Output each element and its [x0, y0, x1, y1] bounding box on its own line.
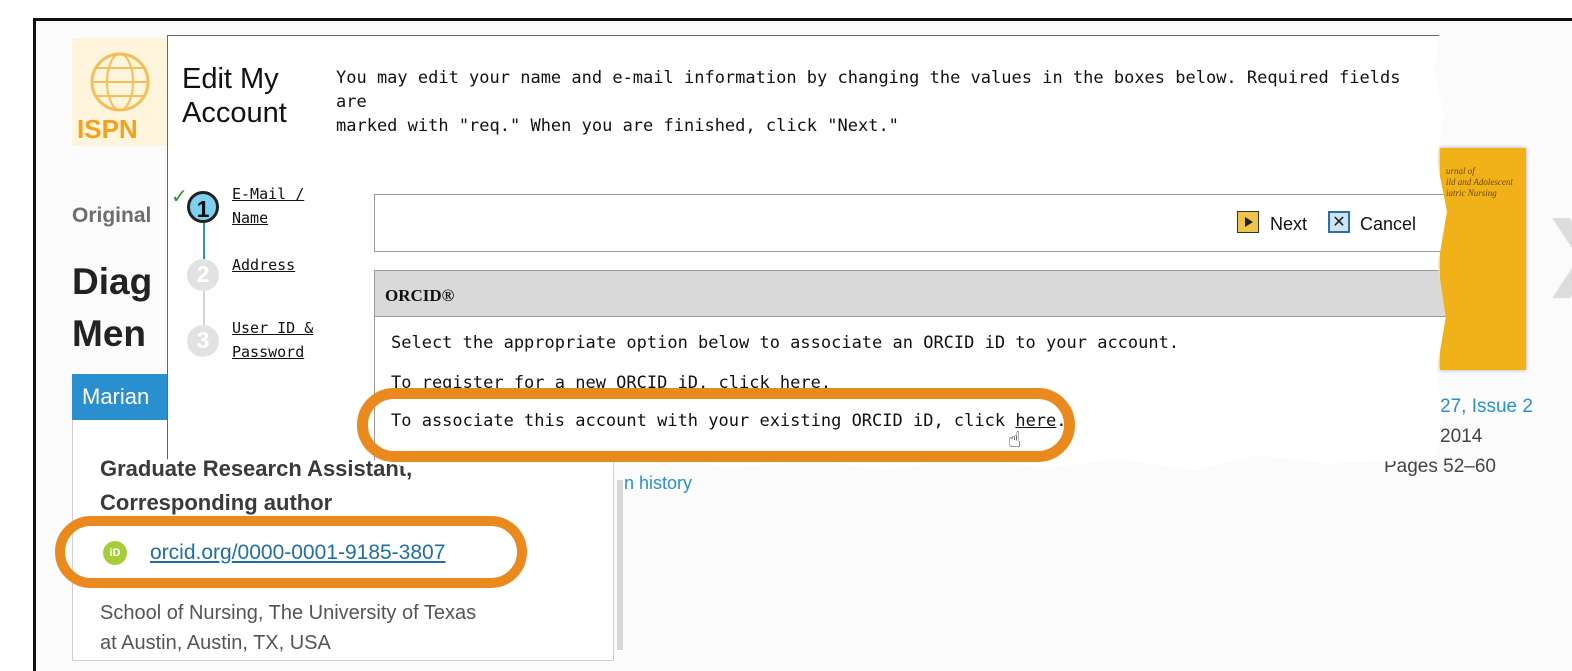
dialog-instructions: You may edit your name and e-mail inform…	[336, 66, 1441, 138]
step-3-indicator: 3	[187, 325, 219, 357]
next-button[interactable]: Next	[1270, 214, 1307, 235]
author-roles: Graduate Research Assistant, Correspondi…	[100, 452, 412, 520]
step-1-label-line1: E-Mail /	[232, 185, 305, 203]
journal-cover-image[interactable]: urnal of ild and Adolescent iatric Nursing	[1440, 148, 1526, 370]
step-2-indicator: 2	[187, 259, 219, 291]
step-1-label-line2: Name	[232, 209, 269, 227]
dialog-title: Edit My Account	[182, 62, 287, 130]
step-3-link[interactable]: User ID & Password	[232, 316, 313, 364]
article-type-label: Original	[72, 204, 152, 227]
hand-cursor-icon: ☝	[1008, 428, 1022, 453]
instructions-line2: marked with "req." When you are finished…	[336, 116, 899, 136]
next-arrow-icon[interactable]	[1237, 211, 1259, 233]
ispn-logo: ISPN	[72, 38, 170, 146]
journal-cover-title: urnal of ild and Adolescent iatric Nursing	[1446, 166, 1513, 198]
author-name-tab[interactable]: Marian	[72, 374, 172, 420]
article-history-link[interactable]: n history	[624, 473, 692, 494]
existing-orcid-highlight	[357, 388, 1075, 462]
step-3-label-line1: User ID &	[232, 319, 314, 337]
affiliation-line1: School of Nursing, The University of Tex…	[100, 602, 477, 624]
chevron-right-icon[interactable]: ❯	[1540, 205, 1572, 298]
step-1-indicator: 1	[187, 191, 219, 223]
dialog-title-line2: Account	[182, 97, 287, 129]
step-connector-1	[203, 223, 205, 259]
step-2-link[interactable]: Address	[232, 253, 295, 277]
cancel-x-icon[interactable]: ✕	[1328, 211, 1350, 233]
orcid-instruction: Select the appropriate option below to a…	[391, 333, 1180, 353]
checkmark-icon: ✓	[171, 184, 188, 208]
globe-icon	[90, 52, 150, 112]
issue-link[interactable]: 27, Issue 2	[1440, 396, 1533, 418]
author-affiliation: School of Nursing, The University of Tex…	[100, 598, 476, 658]
instructions-line1: You may edit your name and e-mail inform…	[336, 68, 1401, 112]
issue-year: 2014	[1440, 426, 1483, 447]
logo-text: ISPN	[77, 114, 138, 144]
affiliation-line2: at Austin, Austin, TX, USA	[100, 632, 331, 654]
cancel-button[interactable]: Cancel	[1360, 214, 1416, 235]
column-divider	[617, 480, 623, 650]
dialog-button-bar: Next ✕ Cancel	[374, 194, 1447, 252]
orcid-link-highlight	[55, 516, 527, 588]
dialog-title-line1: Edit My	[182, 63, 279, 95]
step-1-link[interactable]: E-Mail / Name	[232, 182, 304, 230]
orcid-section-header: ORCID®	[375, 271, 1447, 317]
step-connector-2	[203, 291, 205, 325]
author-role-line2: Corresponding author	[100, 490, 333, 515]
step-3-label-line2: Password	[232, 343, 305, 361]
article-title-line2: Men	[72, 313, 146, 354]
article-title-line1: Diag	[72, 261, 153, 302]
